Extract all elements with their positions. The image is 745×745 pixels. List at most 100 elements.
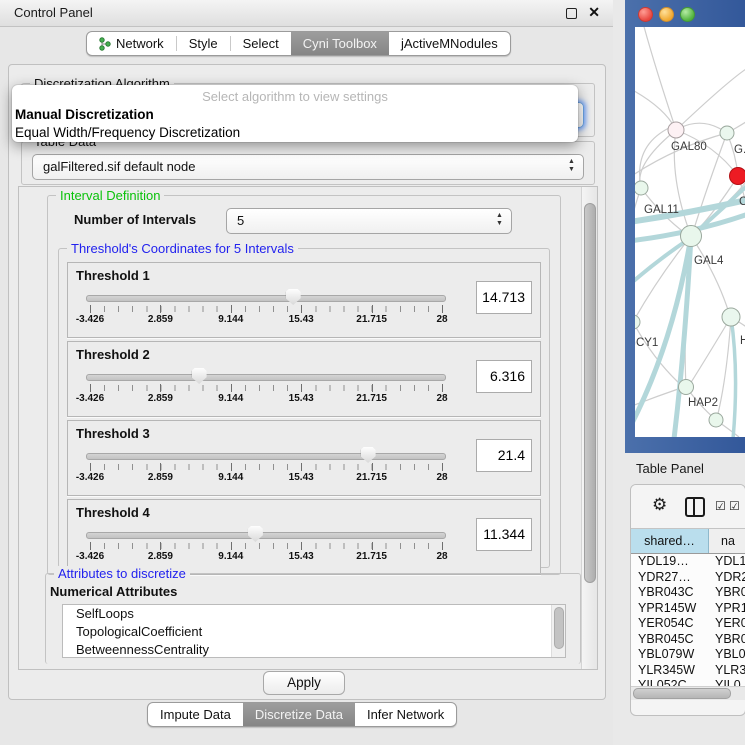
network-node[interactable] bbox=[730, 168, 745, 185]
network-node[interactable] bbox=[720, 126, 734, 140]
checkbox-icon[interactable]: ☑ bbox=[715, 499, 726, 513]
network-node[interactable] bbox=[681, 226, 702, 247]
network-node[interactable] bbox=[635, 181, 648, 195]
slider-track[interactable] bbox=[86, 453, 446, 460]
network-canvas[interactable]: GAL80G.GAL11CGAL4GCY1HHAP2 bbox=[635, 27, 745, 437]
attribute-list-item[interactable]: BetweennessCentrality bbox=[63, 641, 565, 658]
table-data-value: galFiltered.sif default node bbox=[43, 159, 195, 174]
cell-shared-name: YPR145W bbox=[631, 601, 709, 617]
column-header-shared-name[interactable]: shared… bbox=[631, 529, 709, 553]
list-scrollbar-thumb[interactable] bbox=[554, 607, 564, 649]
slider-thumb[interactable] bbox=[286, 289, 301, 305]
number-of-intervals-label: Number of Intervals bbox=[74, 212, 196, 227]
slider-track[interactable] bbox=[86, 374, 446, 381]
network-edge[interactable] bbox=[635, 322, 681, 385]
mac-close-icon[interactable] bbox=[638, 7, 653, 22]
mac-zoom-icon[interactable] bbox=[680, 7, 695, 22]
column-header-name[interactable]: na bbox=[709, 529, 745, 553]
network-edge[interactable] bbox=[640, 127, 671, 188]
tick-label: -3.426 bbox=[76, 393, 104, 404]
slider-thumb[interactable] bbox=[361, 447, 376, 463]
tab-network[interactable]: Network bbox=[87, 32, 176, 55]
checkbox-icon[interactable]: ☑ bbox=[729, 499, 740, 513]
table-hscrollbar[interactable] bbox=[631, 686, 745, 700]
close-icon[interactable]: ✕ bbox=[588, 4, 600, 21]
network-view-window: GAL80G.GAL11CGAL4GCY1HHAP2 bbox=[625, 0, 745, 453]
threshold-slider[interactable]: -3.4262.8599.14415.4321.71528 bbox=[86, 524, 446, 570]
table-row[interactable]: YER054CYER0 bbox=[631, 616, 745, 632]
network-edge[interactable] bbox=[691, 236, 729, 313]
tick-label: 9.144 bbox=[218, 314, 243, 325]
popup-option[interactable]: Equal Width/Frequency Discretization bbox=[12, 123, 578, 141]
table-row[interactable]: YDR27…YDR2 bbox=[631, 570, 745, 586]
slider-track[interactable] bbox=[86, 295, 446, 302]
network-edge[interactable] bbox=[643, 27, 676, 130]
threshold-slider[interactable]: -3.4262.8599.14415.4321.71528 bbox=[86, 445, 446, 491]
network-edge[interactable] bbox=[635, 87, 676, 130]
network-edge-highlighted[interactable] bbox=[731, 317, 736, 437]
slider-thumb[interactable] bbox=[192, 368, 207, 384]
popup-option[interactable]: Manual Discretization bbox=[12, 105, 578, 123]
threshold-slider[interactable]: -3.4262.8599.14415.4321.71528 bbox=[86, 287, 446, 333]
tab-infer-network[interactable]: Infer Network bbox=[355, 703, 456, 726]
tick-label: 28 bbox=[436, 472, 447, 483]
list-scrollbar[interactable] bbox=[551, 605, 565, 657]
slider-thumb[interactable] bbox=[248, 526, 263, 542]
tab-discretize-data[interactable]: Discretize Data bbox=[243, 703, 355, 726]
table-row[interactable]: YBL079WYBL0 bbox=[631, 647, 745, 663]
table-row[interactable]: YBR043CYBR0 bbox=[631, 585, 745, 601]
major-tick bbox=[160, 384, 161, 392]
major-tick bbox=[231, 542, 232, 550]
table-row[interactable]: YDL19…YDL1 bbox=[631, 554, 745, 570]
table-row[interactable]: YIL052CYIL0 bbox=[631, 678, 745, 686]
major-tick bbox=[372, 384, 373, 392]
tab-label: jActiveMNodules bbox=[401, 32, 498, 55]
panel-scrollbar-thumb[interactable] bbox=[584, 203, 596, 583]
major-tick bbox=[231, 463, 232, 471]
tab-jactivemnodules[interactable]: jActiveMNodules bbox=[389, 32, 510, 55]
mac-minimize-icon[interactable] bbox=[659, 7, 674, 22]
threshold-value-field[interactable]: 6.316 bbox=[476, 360, 532, 393]
network-node-label: C bbox=[739, 196, 745, 208]
threshold-slider[interactable]: -3.4262.8599.14415.4321.71528 bbox=[86, 366, 446, 412]
numerical-attributes-list[interactable]: SelfLoopsTopologicalCoefficientBetweenne… bbox=[62, 604, 566, 658]
cell-shared-name: YLR345W bbox=[631, 663, 709, 679]
table-row[interactable]: YLR345WYLR3 bbox=[631, 663, 745, 679]
table-row[interactable]: YBR045CYBR0 bbox=[631, 632, 745, 648]
panel-scrollbar[interactable] bbox=[581, 187, 597, 669]
network-node[interactable] bbox=[635, 315, 640, 329]
attribute-list-item[interactable]: SelfLoops bbox=[63, 605, 565, 623]
threshold-label: Threshold 4 bbox=[76, 505, 150, 520]
tab-impute-data[interactable]: Impute Data bbox=[148, 703, 243, 726]
split-columns-icon[interactable] bbox=[685, 497, 705, 517]
tab-select[interactable]: Select bbox=[231, 32, 291, 55]
tab-style[interactable]: Style bbox=[177, 32, 230, 55]
network-node[interactable] bbox=[679, 380, 694, 395]
table-row[interactable]: YPR145WYPR1 bbox=[631, 601, 745, 617]
network-node[interactable] bbox=[668, 122, 684, 138]
attribute-list-item[interactable]: TopologicalCoefficient bbox=[63, 623, 565, 641]
title-bar: Control Panel ✕ bbox=[0, 0, 613, 27]
network-node[interactable] bbox=[709, 413, 723, 427]
attributes-group: Attributes to discretize Numerical Attri… bbox=[45, 573, 581, 664]
number-of-intervals-combobox[interactable]: 5 ▲▼ bbox=[226, 208, 512, 234]
apply-button[interactable]: Apply bbox=[263, 671, 345, 695]
network-edge[interactable] bbox=[640, 130, 676, 188]
network-edge[interactable] bbox=[635, 188, 641, 267]
threshold-value-field[interactable]: 14.713 bbox=[476, 281, 532, 314]
network-edge[interactable] bbox=[717, 317, 731, 418]
table-data-combobox[interactable]: galFiltered.sif default node ▲▼ bbox=[32, 154, 584, 180]
threshold-value-field[interactable]: 21.4 bbox=[476, 439, 532, 472]
network-node[interactable] bbox=[722, 308, 740, 326]
gear-icon[interactable]: ⚙ bbox=[652, 495, 667, 515]
settings-scroll-panel: Interval Definition Number of Intervals … bbox=[18, 186, 598, 670]
network-node-label: H bbox=[740, 335, 745, 347]
network-edge[interactable] bbox=[676, 67, 745, 130]
tab-cyni-toolbox[interactable]: Cyni Toolbox bbox=[291, 32, 389, 55]
cell-name: YPR1 bbox=[709, 601, 745, 617]
threshold-value-field[interactable]: 11.344 bbox=[476, 518, 532, 551]
float-window-icon[interactable] bbox=[566, 8, 577, 19]
tick-label: -3.426 bbox=[76, 551, 104, 562]
slider-track[interactable] bbox=[86, 532, 446, 539]
table-hscrollbar-thumb[interactable] bbox=[633, 688, 731, 699]
